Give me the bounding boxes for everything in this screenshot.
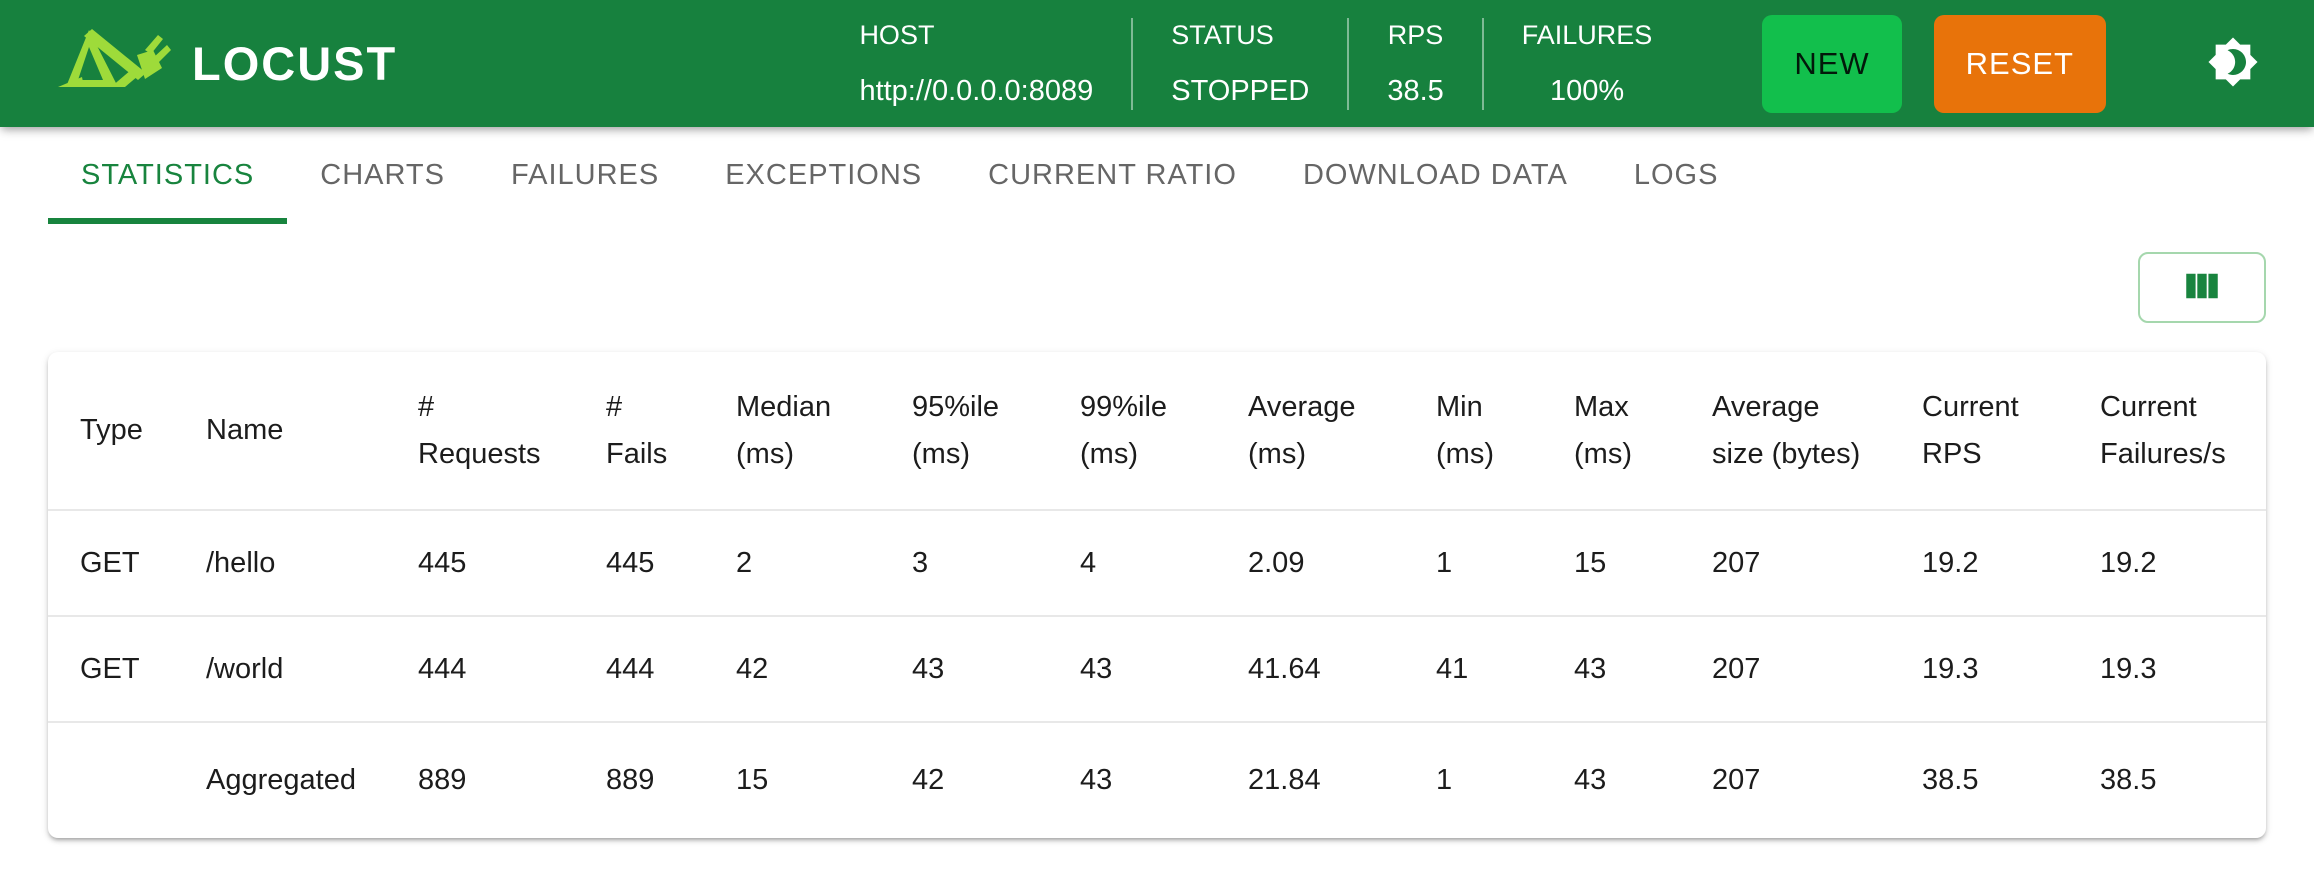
stat-rps: RPS 38.5 (1347, 18, 1481, 110)
cell-95ile: 42 (880, 722, 1048, 838)
cell-type: GET (48, 510, 174, 616)
cell-95ile: 3 (880, 510, 1048, 616)
cell-min: 41 (1404, 616, 1542, 722)
column-header-type[interactable]: Type (48, 352, 174, 510)
brand: LOCUST (50, 14, 397, 114)
app-title: LOCUST (192, 36, 397, 91)
dark-mode-icon (2207, 36, 2259, 91)
cell-requests: 889 (386, 722, 574, 838)
cell-average-size: 207 (1680, 510, 1890, 616)
cell-median: 15 (704, 722, 880, 838)
column-header-average[interactable]: Average(ms) (1216, 352, 1404, 510)
table-toolbar (0, 224, 2314, 323)
dark-mode-toggle-button[interactable] (2202, 33, 2264, 95)
cell-name: /hello (174, 510, 386, 616)
cell-fails: 444 (574, 616, 704, 722)
stat-host-label: HOST (859, 22, 1093, 49)
cell-current-rps: 19.3 (1890, 616, 2068, 722)
column-header-min[interactable]: Min(ms) (1404, 352, 1542, 510)
statistics-table: Type Name #Requests #Fails Median(ms) 95… (48, 352, 2266, 838)
view-columns-icon (2181, 265, 2223, 310)
column-header-name[interactable]: Name (174, 352, 386, 510)
header-actions: NEW RESET (1762, 15, 2106, 113)
stat-status-label: STATUS (1171, 22, 1309, 49)
stat-rps-label: RPS (1387, 22, 1443, 49)
cell-current-failures: 19.3 (2068, 616, 2266, 722)
table-row-hello: GET /hello 445 445 2 3 4 2.09 1 15 207 1… (48, 510, 2266, 616)
column-header-max[interactable]: Max(ms) (1542, 352, 1680, 510)
stat-status-value: STOPPED (1171, 77, 1309, 106)
cell-max: 15 (1542, 510, 1680, 616)
cell-99ile: 4 (1048, 510, 1216, 616)
cell-type (48, 722, 174, 838)
cell-min: 1 (1404, 722, 1542, 838)
stat-host: HOST http://0.0.0.0:8089 (821, 18, 1131, 110)
cell-current-rps: 19.2 (1890, 510, 2068, 616)
stat-host-value: http://0.0.0.0:8089 (859, 77, 1093, 106)
tab-logs[interactable]: LOGS (1601, 127, 1752, 224)
tab-exceptions[interactable]: EXCEPTIONS (692, 127, 955, 224)
cell-name: /world (174, 616, 386, 722)
cell-average-size: 207 (1680, 616, 1890, 722)
column-header-fails[interactable]: #Fails (574, 352, 704, 510)
tab-download-data[interactable]: DOWNLOAD DATA (1270, 127, 1601, 224)
cell-requests: 444 (386, 616, 574, 722)
table-row-aggregated: Aggregated 889 889 15 42 43 21.84 1 43 2… (48, 722, 2266, 838)
cell-average: 21.84 (1216, 722, 1404, 838)
cell-requests: 445 (386, 510, 574, 616)
cell-fails: 889 (574, 722, 704, 838)
cell-average: 2.09 (1216, 510, 1404, 616)
cell-fails: 445 (574, 510, 704, 616)
cell-99ile: 43 (1048, 722, 1216, 838)
cell-max: 43 (1542, 722, 1680, 838)
tab-failures[interactable]: FAILURES (478, 127, 692, 224)
app-bar: LOCUST HOST http://0.0.0.0:8089 STATUS S… (0, 0, 2314, 127)
statistics-table-card: Type Name #Requests #Fails Median(ms) 95… (48, 352, 2266, 838)
locust-grasshopper-icon (50, 14, 172, 114)
cell-95ile: 43 (880, 616, 1048, 722)
tab-current-ratio[interactable]: CURRENT RATIO (955, 127, 1270, 224)
cell-99ile: 43 (1048, 616, 1216, 722)
cell-current-rps: 38.5 (1890, 722, 2068, 838)
column-header-median[interactable]: Median(ms) (704, 352, 880, 510)
cell-min: 1 (1404, 510, 1542, 616)
tab-statistics[interactable]: STATISTICS (48, 127, 287, 224)
column-header-95ile[interactable]: 95%ile(ms) (880, 352, 1048, 510)
column-header-requests[interactable]: #Requests (386, 352, 574, 510)
column-header-current-rps[interactable]: CurrentRPS (1890, 352, 2068, 510)
stat-status: STATUS STOPPED (1131, 18, 1347, 110)
cell-average-size: 207 (1680, 722, 1890, 838)
cell-median: 42 (704, 616, 880, 722)
stat-failures-value: 100% (1522, 77, 1653, 106)
cell-name: Aggregated (174, 722, 386, 838)
cell-current-failures: 38.5 (2068, 722, 2266, 838)
column-selector-button[interactable] (2138, 252, 2266, 323)
header-stats: HOST http://0.0.0.0:8089 STATUS STOPPED … (821, 18, 1690, 110)
reset-button[interactable]: RESET (1934, 15, 2106, 113)
cell-current-failures: 19.2 (2068, 510, 2266, 616)
cell-type: GET (48, 616, 174, 722)
stat-failures-label: FAILURES (1522, 22, 1653, 49)
cell-median: 2 (704, 510, 880, 616)
table-header-row: Type Name #Requests #Fails Median(ms) 95… (48, 352, 2266, 510)
stat-failures: FAILURES 100% (1482, 18, 1691, 110)
cell-average: 41.64 (1216, 616, 1404, 722)
column-header-99ile[interactable]: 99%ile(ms) (1048, 352, 1216, 510)
tab-charts[interactable]: CHARTS (287, 127, 478, 224)
tab-bar: STATISTICS CHARTS FAILURES EXCEPTIONS CU… (0, 127, 2314, 224)
table-row-world: GET /world 444 444 42 43 43 41.64 41 43 … (48, 616, 2266, 722)
cell-max: 43 (1542, 616, 1680, 722)
column-header-current-failures[interactable]: CurrentFailures/s (2068, 352, 2266, 510)
column-header-average-size[interactable]: Averagesize (bytes) (1680, 352, 1890, 510)
new-test-button[interactable]: NEW (1762, 15, 1901, 113)
stat-rps-value: 38.5 (1387, 77, 1443, 106)
